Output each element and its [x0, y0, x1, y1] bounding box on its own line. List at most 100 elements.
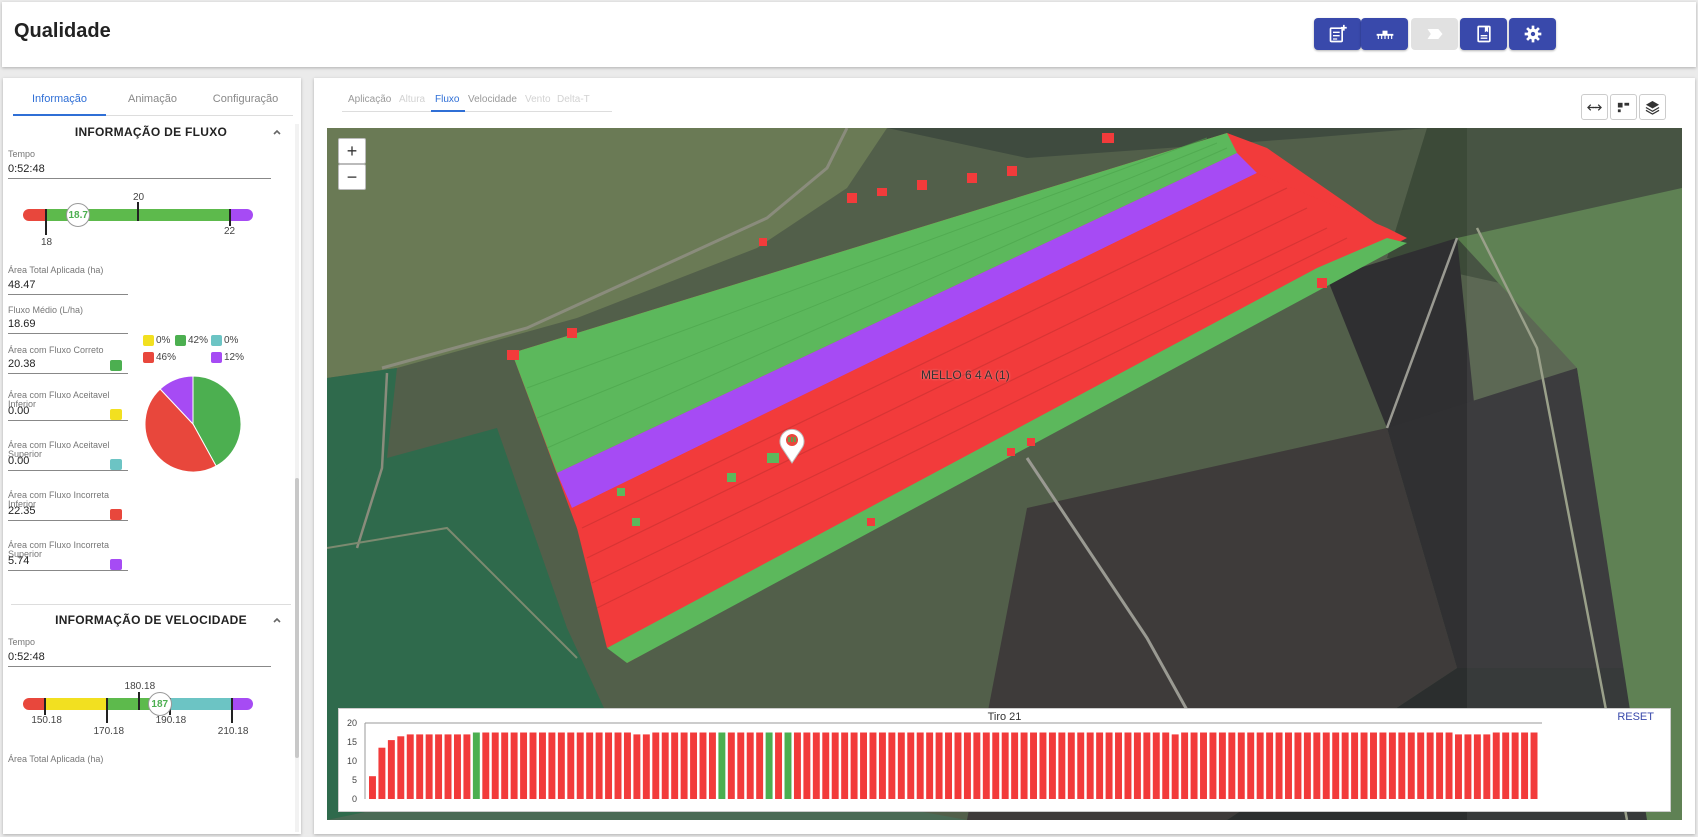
chart-bar[interactable]	[1294, 732, 1302, 800]
chart-bar[interactable]	[718, 732, 726, 800]
tab-delta-t[interactable]: Delta-T	[557, 94, 590, 105]
tab-altura[interactable]: Altura	[399, 94, 425, 105]
chart-bar[interactable]	[671, 732, 679, 800]
chart-bar[interactable]	[538, 732, 546, 800]
chart-bar[interactable]	[482, 732, 490, 800]
chart-bar[interactable]	[699, 732, 707, 800]
chart-bar[interactable]	[463, 734, 471, 799]
chart-bar[interactable]	[1001, 732, 1009, 800]
chart-bar[interactable]	[737, 732, 745, 800]
chart-bar[interactable]	[472, 732, 480, 800]
chart-bar[interactable]	[765, 732, 773, 800]
chart-bar[interactable]	[1332, 732, 1340, 800]
chart-bar[interactable]	[416, 734, 424, 799]
chart-bar[interactable]	[680, 732, 688, 800]
tab-configuracao[interactable]: Configuração	[199, 93, 292, 105]
chart-bar[interactable]	[982, 732, 990, 800]
chart-bar[interactable]	[1209, 732, 1217, 800]
chart-bar[interactable]	[1351, 732, 1359, 800]
chart-bar[interactable]	[756, 732, 764, 800]
grid-button[interactable]	[1610, 94, 1637, 120]
chart-bar[interactable]	[642, 734, 650, 799]
chart-bar[interactable]	[897, 732, 905, 800]
chart-bar[interactable]	[1020, 732, 1028, 800]
chart-bar[interactable]	[1473, 734, 1481, 799]
chart-bar[interactable]	[1152, 732, 1160, 800]
chart-bar[interactable]	[633, 734, 641, 799]
chart-bar[interactable]	[1511, 732, 1519, 800]
chart-bar[interactable]	[945, 732, 952, 800]
chart-bar[interactable]	[746, 732, 754, 800]
chart-bar[interactable]	[1407, 732, 1415, 800]
scrollbar-thumb[interactable]	[295, 478, 299, 758]
chart-bar[interactable]	[1285, 732, 1292, 800]
chart-bar[interactable]	[1398, 732, 1406, 800]
chart-bar[interactable]	[1162, 732, 1170, 800]
chart-bar[interactable]	[803, 732, 811, 800]
chart-bar[interactable]	[1124, 732, 1132, 800]
chart-bar[interactable]	[793, 732, 801, 800]
chart-bar[interactable]	[605, 732, 613, 800]
chart-bar[interactable]	[1228, 732, 1236, 800]
chart-bar[interactable]	[831, 732, 839, 800]
chart-bar[interactable]	[491, 732, 499, 800]
add-note-button[interactable]	[1314, 18, 1361, 50]
chart-bar[interactable]	[444, 734, 452, 799]
chart-bar[interactable]	[557, 732, 565, 800]
chart-bar[interactable]	[614, 732, 622, 800]
chart-bar[interactable]	[567, 732, 575, 800]
chart-bar[interactable]	[369, 776, 376, 799]
chart-bar[interactable]	[1445, 732, 1453, 800]
chart-bar[interactable]	[453, 734, 461, 799]
chart-bar[interactable]	[435, 734, 443, 799]
chart-bar[interactable]	[1370, 732, 1377, 800]
chart-bar[interactable]	[1492, 732, 1500, 800]
chart-bar[interactable]	[1360, 732, 1368, 800]
tab-aplicacao[interactable]: Aplicação	[348, 94, 391, 105]
chart-bar[interactable]	[1483, 734, 1491, 799]
spray-bar-button[interactable]	[1361, 18, 1408, 50]
chart-bar[interactable]	[860, 732, 868, 800]
chart-bar[interactable]	[623, 732, 631, 800]
chevron-up-icon[interactable]	[271, 126, 283, 138]
zoom-in-button[interactable]: +	[338, 138, 366, 164]
chart-bar[interactable]	[1464, 734, 1472, 799]
zoom-out-button[interactable]: −	[338, 164, 366, 190]
chart-bar[interactable]	[425, 734, 433, 799]
chart-bar[interactable]	[841, 732, 849, 800]
chart-bar[interactable]	[1190, 732, 1198, 800]
chart-bar[interactable]	[1096, 732, 1104, 800]
fit-width-button[interactable]	[1581, 94, 1608, 120]
settings-button[interactable]	[1509, 18, 1556, 50]
chart-bar[interactable]	[548, 732, 556, 800]
chart-bar[interactable]	[1313, 732, 1321, 800]
chart-bar[interactable]	[869, 732, 877, 800]
chart-bar[interactable]	[822, 732, 830, 800]
chart-bar[interactable]	[1237, 732, 1245, 800]
chart-bar[interactable]	[406, 734, 414, 799]
map-canvas[interactable]: + − MELLO 6 4 A (1) Tiro 21 RESET 0 5 10 15…	[327, 128, 1682, 820]
report-button[interactable]	[1460, 18, 1507, 50]
chart-bar[interactable]	[926, 732, 934, 800]
chart-bar[interactable]	[1247, 732, 1255, 800]
chart-bar[interactable]	[878, 732, 886, 800]
chart-bar[interactable]	[1115, 732, 1122, 800]
chart-bar[interactable]	[812, 732, 820, 800]
chart-bar[interactable]	[1322, 732, 1330, 800]
chart-bar[interactable]	[529, 732, 537, 800]
chart-bar[interactable]	[1417, 732, 1425, 800]
chart-bar[interactable]	[1218, 732, 1226, 800]
chart-bar[interactable]	[1341, 732, 1349, 800]
chart-bar[interactable]	[1266, 732, 1274, 800]
chart-bar[interactable]	[1426, 732, 1434, 800]
chart-bar[interactable]	[661, 732, 669, 800]
chart-bar[interactable]	[1303, 732, 1311, 800]
chart-bar[interactable]	[1077, 732, 1085, 800]
chart-bar[interactable]	[916, 732, 924, 800]
chart-bar[interactable]	[1011, 732, 1019, 800]
chart-bar[interactable]	[576, 732, 584, 800]
chart-bar[interactable]	[1181, 732, 1189, 800]
aircraft-marker-icon[interactable]	[779, 428, 805, 464]
chart-bar[interactable]	[1436, 732, 1444, 800]
chart-bar[interactable]	[992, 732, 1000, 800]
